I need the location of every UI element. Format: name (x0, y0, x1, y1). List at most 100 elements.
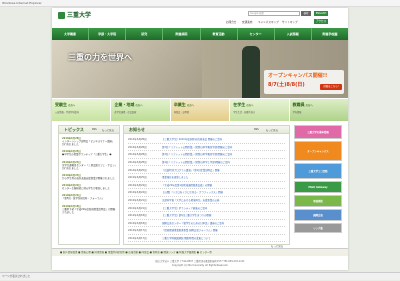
news-link[interactable]: 「近鉄特別プログラム講演」「第1回企業説明会」開催 (162, 168, 285, 172)
news-link[interactable]: 文部科学省「大学における地域再生」支援事業の公募 (162, 198, 285, 202)
table-row[interactable]: 2010年6月17日 三重大学附属図書館 開館時間の変更について (128, 235, 285, 243)
table-row[interactable]: 2010年6月24日 【公開】「ミクロをミクロで見る・グラフィックス」開催 (128, 189, 285, 197)
open-campus-banner[interactable]: オープンキャンパス開催!! 8/7(土)8/8(日) 詳細はこちら! (264, 70, 344, 94)
list-item[interactable]: 2010年6月21日 「第5回・医学系研究科・フォーラム」 (62, 193, 116, 200)
tile-staff[interactable]: 教職員の方へ 学内情報 (289, 99, 349, 121)
util-link-campus-map[interactable]: キャンパスマップ (258, 20, 279, 24)
banner-international[interactable]: 国際交流 (294, 209, 342, 221)
table-row[interactable]: 2010年6月18日 【三重大学生】第1回三重大学生まつりの開催 (128, 212, 285, 220)
banner-basic-info[interactable]: 三重大学の基本情報 (294, 125, 342, 139)
news-link[interactable]: 事業報告を更新しました (162, 175, 285, 179)
util-link-contact[interactable]: お問合せ (226, 20, 236, 24)
topic-text[interactable]: から学生等の海外派遣支援事業が開催されました (62, 177, 116, 180)
tile-graduates[interactable]: 卒業生の方へ 同窓会・証明書 (170, 99, 230, 121)
table-row[interactable]: 2010年6月28日 第3回「リブレット公開授業」(場所は本学教育学部)開催のご案… (128, 151, 285, 159)
news-link[interactable]: 【三重大学生】第1回三重大学生まつりの開催 (162, 213, 285, 217)
news-date: 2010年6月21日 (128, 206, 147, 210)
main-content: トピックス RSS もっと見る 2010年6月28日 インターンシップ説明会「ビジ… (58, 125, 342, 248)
list-item[interactable]: 2010年6月18日 三重県下初「平成22年度新規事業説明会」が開催されました (62, 204, 116, 214)
news-link[interactable]: 第4回「リブレット公開授業」(場所は本学工学部)開催のご案内 (162, 160, 285, 164)
news-link[interactable]: 第3回「リブレット公開授業」(場所は本学教育学部)開催のご案内 (162, 152, 285, 156)
side-banners: 三重大学の基本情報 オープンキャンパス 三重大学エコ活動 MieU Gatewa… (294, 125, 342, 245)
table-row[interactable]: 2010年6月21日 文部科学省「大学における地域再生」支援事業の公募 (128, 197, 285, 205)
list-item[interactable]: 2010年6月23日 から学生等の海外派遣支援事業が開催されました (62, 173, 116, 180)
search-button[interactable]: 検索 (301, 11, 311, 16)
topic-text[interactable]: インターンシップ説明会「ビジネスマナー講座」が行われました (62, 140, 116, 146)
topic-text[interactable]: 三重県下初「平成22年度新規事業説明会」が開催されました (62, 208, 116, 214)
gnav-item-center[interactable]: センター (238, 28, 275, 40)
footer-links[interactable]: ■ 個人情報保護 ■ 情報公開 ■ 採用情報 ■ 事業所内保育所 ■ 広報活動 … (52, 248, 348, 256)
gnav-item-faculties[interactable]: 学部・大学院 (89, 28, 127, 40)
gnav-item-about[interactable]: 大学概要 (52, 28, 90, 40)
topic-text[interactable]: センター主催研修に地元学生が参加しました (62, 187, 116, 190)
university-logo-icon[interactable] (58, 12, 65, 19)
news-link[interactable]: 「環境関連事業推進事業 国際交流フォーラム」開催 (162, 228, 285, 232)
news-date: 2010年6月25日 (128, 176, 147, 180)
gnav-item-admission[interactable]: 入試情報 (275, 28, 312, 40)
list-item[interactable]: 2010年6月24日 全学共通教育センター「三翠会館カフェ・サロン」が行われました (62, 160, 116, 170)
gnav-item-schools[interactable]: 附属学校園 (312, 28, 348, 40)
english-button[interactable]: ENGLISH (314, 11, 328, 16)
table-row[interactable]: 2010年6月28日 第3回「リブレット公開授業」(場所は本学教育学部)開催のご案… (128, 144, 285, 152)
banner-eco[interactable]: 三重大学エコ活動 (294, 163, 342, 179)
news-date: 2010年6月24日 (128, 183, 147, 187)
news-link[interactable]: 「平成22年度第1回地域連携推進会議」の開催 (162, 183, 285, 187)
news-list: 2010年6月28日 【三重大学生】2010年度前期 研究発表会 開催のご案内 2… (124, 134, 289, 250)
news-link[interactable]: 【三重大学生】2010年度前期 研究発表会 開催のご案内 (162, 137, 285, 141)
topic-text[interactable]: 「第5回・医学系研究科・フォーラム」 (62, 197, 116, 200)
util-link-access[interactable]: 交通案内 (242, 20, 252, 24)
util-link-sitemap[interactable]: サイトマップ (282, 20, 298, 24)
news-link[interactable]: 国際交流センター「留学生のための日本語」講座のご案内 (162, 221, 285, 225)
news-more-button-top[interactable]: もっと見る (266, 128, 278, 132)
topics-more-button[interactable]: もっと見る (102, 128, 114, 132)
table-row[interactable]: 2010年6月17日 「環境関連事業推進事業 国際交流フォーラム」開催 (128, 227, 285, 235)
tile-sub: 学生生活・各種手続き (233, 111, 256, 114)
gnav-item-research[interactable]: 研究 (126, 28, 164, 40)
table-row[interactable]: 2010年6月21日 【三重大学生】ボランティア募集のご案内 (128, 204, 285, 212)
banner-gateway[interactable]: MieU Gateway (294, 181, 342, 193)
news-date: 2010年6月28日 (128, 161, 147, 165)
table-row[interactable]: 2010年6月28日 第4回「リブレット公開授業」(場所は本学工学部)開催のご案内 (128, 159, 285, 167)
table-row[interactable]: 2010年6月25日 事業報告を更新しました (128, 174, 285, 182)
list-item[interactable]: 2010年6月25日 ●中学生の授業ボランティア「三重大学生」● (62, 149, 116, 156)
news-link[interactable]: 第3回「リブレット公開授業」(場所は本学教育学部)開催のご案内 (162, 145, 285, 149)
banner-links[interactable]: リンク集 (294, 223, 342, 233)
topic-text[interactable]: ●中学生の授業ボランティア「三重大学生」● (62, 153, 116, 156)
tile-current-students[interactable]: 在学生の方へ 学生生活・各種手続き (230, 99, 289, 121)
topics-title: トピックス (64, 127, 84, 132)
tile-title: 在学生 (233, 102, 246, 107)
open-campus-detail-button[interactable]: 詳細はこちら! (320, 84, 342, 90)
list-item[interactable]: 2010年6月28日 インターンシップ説明会「ビジネスマナー講座」が行われました (62, 136, 116, 146)
banner-regional[interactable]: 地域連携 (294, 195, 342, 207)
open-campus-date: 8/7(土)8/8(日) (268, 82, 305, 88)
university-logo-text[interactable]: 三重大学 (67, 12, 91, 19)
search-input[interactable]: Google 検索 (248, 11, 300, 16)
footer-address: 国立大学法人 三重大学 〒514-8507 三重県津市栗真町屋町1577 TEL… (52, 258, 348, 270)
news-date: 2010年6月28日 (128, 138, 147, 142)
banner-open-campus[interactable]: オープンキャンパス (294, 141, 342, 161)
gnav-item-education[interactable]: 教育活動 (201, 28, 238, 40)
news-date: 2010年6月24日 (128, 191, 147, 195)
table-row[interactable]: 2010年6月18日 国際交流センター「留学生のための日本語」講座のご案内 (128, 220, 285, 228)
topics-list: 2010年6月28日 インターンシップ説明会「ビジネスマナー講座」が行われました … (59, 134, 119, 219)
table-row[interactable]: 2010年6月25日 「近鉄特別プログラム講演」「第1回企業説明会」開催 (128, 166, 285, 174)
gnav-item-hospital[interactable]: 附属病院 (163, 28, 201, 40)
tile-sub: 産学官連携・社会貢献 (114, 111, 137, 114)
tile-prospective-students[interactable]: 受験生の方へ 入試情報・学部学科案内 (52, 99, 111, 121)
topics-rss-button[interactable]: RSS (92, 128, 97, 131)
news-link[interactable]: 三重大学附属図書館 開館時間の変更について (162, 236, 285, 240)
topic-text[interactable]: 全学共通教育センター「三翠会館カフェ・サロン」が行われました (62, 164, 116, 170)
news-rss-button[interactable]: RSS (254, 128, 259, 131)
tile-sub: 学内情報 (292, 111, 302, 114)
news-link[interactable]: 【公開】「ミクロをミクロで見る・グラフィックス」開催 (162, 190, 285, 194)
audience-tiles: 受験生の方へ 入試情報・学部学科案内 企業・地域の方へ 産学官連携・社会貢献 卒… (52, 99, 349, 121)
news-date: 2010年6月28日 (128, 145, 147, 149)
tile-to: の方へ (305, 104, 313, 107)
tile-companies[interactable]: 企業・地域の方へ 産学官連携・社会貢献 (111, 99, 170, 121)
access-button[interactable]: アクセス (314, 19, 329, 24)
news-link[interactable]: 【三重大学生】ボランティア募集のご案内 (162, 206, 285, 210)
list-item[interactable]: 2010年6月22日 センター主催研修に地元学生が参加しました (62, 183, 116, 190)
table-row[interactable]: 2010年6月28日 【三重大学生】2010年度前期 研究発表会 開催のご案内 (128, 136, 285, 144)
news-header: お知らせ RSS もっと見る (124, 126, 289, 134)
table-row[interactable]: 2010年6月24日 「平成22年度第1回地域連携推進会議」の開催 (128, 182, 285, 190)
